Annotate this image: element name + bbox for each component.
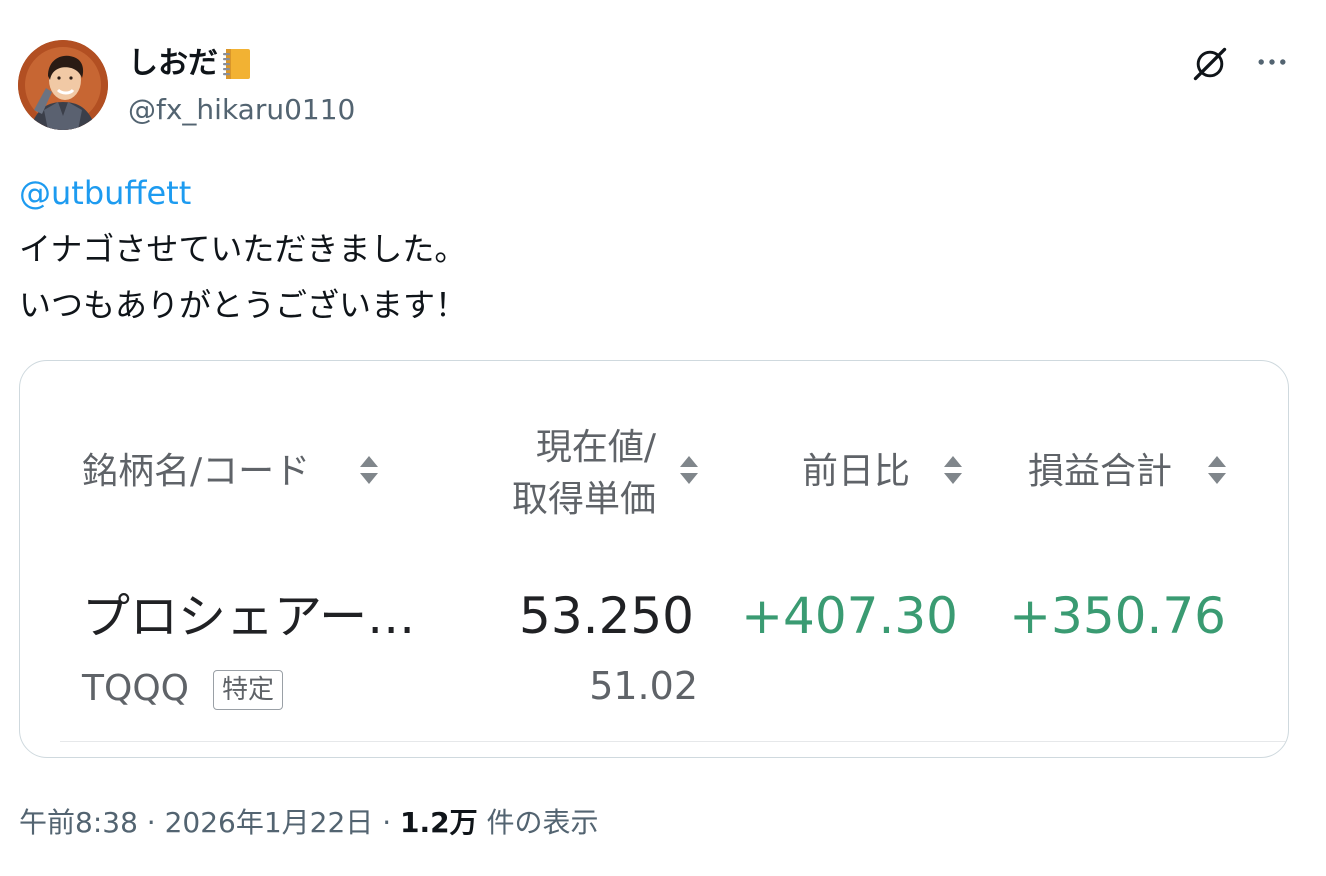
col-header-price-1: 現在値/ [535,427,656,468]
tweet-text-line-2: いつもありがとうございます！ [19,286,468,324]
meta-separator: · [373,806,400,839]
total-pl-value: +350.76 [1009,587,1226,645]
more-button[interactable] [1250,44,1294,84]
tweet-date[interactable]: 2026年1月22日 [165,806,374,839]
display-name-text: しおだ [128,46,218,81]
stock-code: TQQQ [82,668,189,709]
col-header-price-2: 取得単価 [511,479,656,520]
attached-image[interactable]: 銘柄名/コード 現在値/ 取得単価 前日比 損益合計 プロシェアー… TQQQ … [19,360,1289,758]
notebook-icon [220,46,254,82]
sort-icon [942,453,964,487]
tweet-time[interactable]: 午前8:38 [19,806,138,839]
stock-name: プロシェアー… [82,589,416,645]
display-name[interactable]: しおだ [128,44,254,84]
grok-button[interactable] [1188,44,1232,88]
current-price: 53.250 [519,587,694,645]
col-header-name-code: 銘柄名/コード [82,451,311,492]
sort-icon [358,453,380,487]
more-icon [1254,53,1290,75]
divider [60,741,1288,742]
avatar[interactable] [18,40,108,130]
account-type-badge: 特定 [213,670,284,710]
tweet-meta: 午前8:38 · 2026年1月22日 · 1.2万 件の表示 [19,804,599,842]
col-header-total-pl: 損益合計 [1028,451,1173,492]
views-count[interactable]: 1.2万 [400,806,478,839]
views-label: 件の表示 [477,806,599,839]
col-header-day-change: 前日比 [802,451,911,492]
sort-icon [1206,453,1228,487]
mention-link[interactable]: @utbuffett [19,172,191,214]
tweet-text-line-1: イナゴさせていただきました。 [19,230,467,268]
handle[interactable]: @fx_hikaru0110 [128,92,355,128]
day-change-value: +407.30 [741,587,958,645]
meta-separator: · [137,806,165,839]
tweet: しおだ @fx_hikaru0110 @utbuffett イナゴさせていただき… [0,0,1326,876]
sort-icon [678,453,700,487]
grok-icon [1190,44,1230,88]
acquisition-price: 51.02 [589,664,698,708]
